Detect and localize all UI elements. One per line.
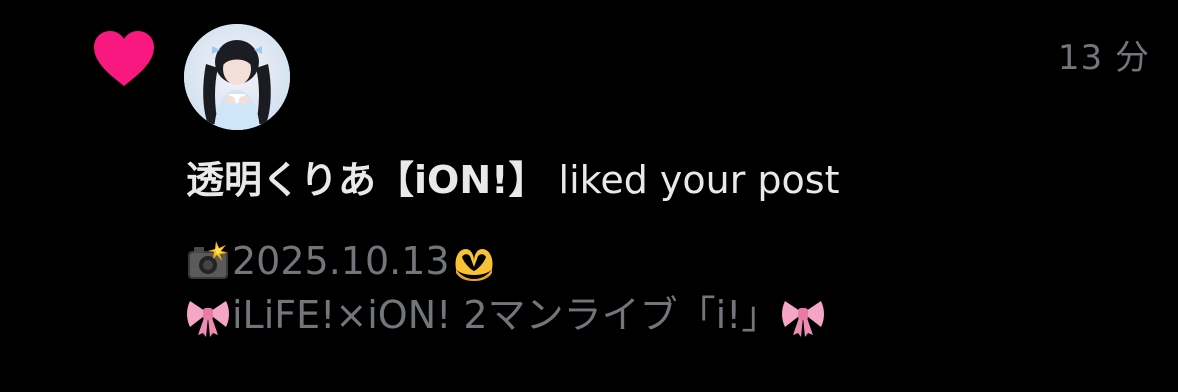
heart-icon: [92, 30, 156, 88]
post-preview-line-2: iLiFE!×iON! 2マンライブ「i!」: [186, 288, 827, 342]
like-notification[interactable]: 13 分 透明くりあ【iON!】 liked your post 2025.10…: [0, 0, 1178, 392]
notification-headline: 透明くりあ【iON!】 liked your post: [186, 158, 839, 202]
ribbon-emoji: [781, 293, 825, 337]
camera-flash-emoji: [186, 239, 230, 283]
ribbon-emoji: [186, 293, 230, 337]
post-preview-title: iLiFE!×iON! 2マンライブ「i!」: [232, 293, 780, 337]
post-preview[interactable]: 2025.10.13 iLiFE!×iON! 2マンライブ「i!」: [186, 234, 827, 342]
user-avatar[interactable]: [184, 24, 290, 130]
action-text: liked your post: [546, 158, 840, 202]
timestamp: 13 分: [1057, 38, 1150, 78]
heart-hands-emoji: [452, 239, 496, 283]
post-preview-line-1: 2025.10.13: [186, 234, 827, 288]
user-name[interactable]: 透明くりあ【iON!】: [186, 158, 546, 202]
post-preview-date: 2025.10.13: [232, 239, 450, 283]
